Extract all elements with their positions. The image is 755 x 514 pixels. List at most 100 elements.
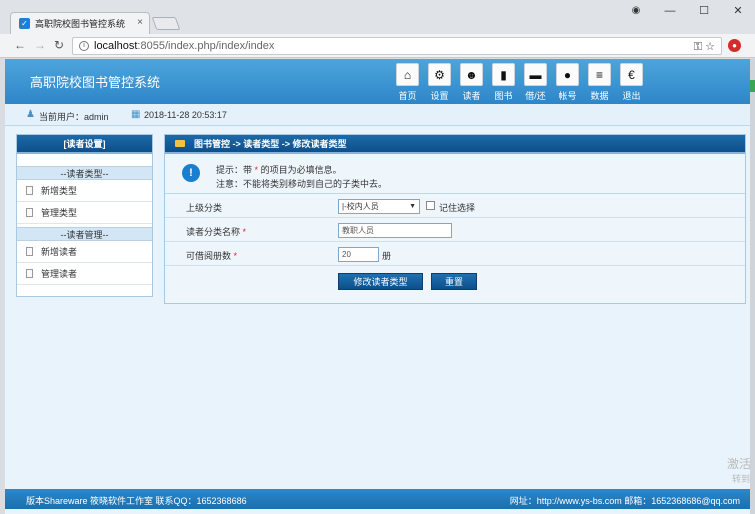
- sidebar-item-add-reader[interactable]: 新增读者: [17, 241, 152, 263]
- sidebar-item-manage-types[interactable]: 管理类型: [17, 202, 152, 224]
- info-icon: !: [182, 164, 200, 182]
- tab-close-icon[interactable]: ×: [137, 17, 143, 28]
- sidebar-item-label: 新增类型: [41, 186, 78, 196]
- form-row-name: 读者分类名称 * 教职人员: [165, 218, 745, 242]
- url-text: localhost:8055/index.php/index/index: [94, 40, 275, 52]
- browser-tab[interactable]: ✓ 高职院校图书管控系统 ×: [10, 12, 150, 34]
- calendar-icon: ▦: [131, 109, 141, 120]
- current-user: 当前用户：admin: [39, 112, 109, 122]
- home-icon: ⌂: [396, 63, 419, 86]
- activation-watermark: 激活: [727, 457, 752, 471]
- document-icon: [26, 186, 33, 195]
- settings-icon: ⚙: [428, 63, 451, 86]
- nav-item-readers[interactable]: ☻ 读者: [456, 63, 487, 102]
- sidebar-section-reader-management: --读者管理--: [17, 227, 152, 241]
- bookmark-star-icon[interactable]: ⚿ ☆: [694, 40, 715, 54]
- nav-item-settings[interactable]: ⚙ 设置: [424, 63, 455, 102]
- remember-label: 记住选择: [439, 203, 476, 213]
- app-footer: 版本Shareware 筱晓软件工作室 联系QQ：1652368686 网址：h…: [5, 489, 750, 509]
- form-row-parent: 上级分类 |-校内人员 ▼ 记住选择: [165, 194, 745, 218]
- back-arrow-icon[interactable]: ←: [14, 38, 26, 52]
- nav-item-borrow-return[interactable]: ▬ 借/还: [520, 63, 551, 102]
- window-edge: [750, 59, 755, 514]
- chevron-down-icon: ▼: [409, 203, 416, 210]
- nav-label: 首页: [398, 91, 417, 101]
- tab-title: 高职院校图书管控系统: [35, 19, 126, 29]
- footer-contact: 网址：http://www.ys-bs.com 邮箱：1652368686@qq…: [509, 496, 740, 506]
- close-button[interactable]: ✕: [721, 0, 755, 22]
- document-icon: [26, 208, 33, 217]
- quota-unit: 册: [382, 251, 392, 261]
- reload-icon[interactable]: ↻: [54, 38, 64, 52]
- sidebar-item-manage-readers[interactable]: 管理读者: [17, 263, 152, 285]
- parent-category-select[interactable]: |-校内人员 ▼: [338, 199, 420, 214]
- favicon-icon: ✓: [19, 18, 30, 29]
- activation-watermark-sub: 转到: [732, 474, 751, 484]
- browser-toolbar: ← → ↻ i localhost:8055/index.php/index/i…: [0, 34, 755, 58]
- app-window: 高职院校图书管控系统 ⌂ 首页 ⚙ 设置 ☻ 读者 ▮ 图书 ▬ 借/还 ● 帐…: [5, 59, 750, 514]
- sidebar-item-add-type[interactable]: 新增类型: [17, 180, 152, 202]
- notice-required-text: 提示：带 * 的项目为必填信息。: [216, 165, 342, 175]
- category-name-input[interactable]: 教职人员: [338, 223, 452, 238]
- remember-checkbox[interactable]: [426, 201, 435, 210]
- sidebar-item-label: 新增读者: [41, 247, 78, 257]
- breadcrumb-text: 图书管控 -> 读者类型 -> 修改读者类型: [194, 139, 347, 149]
- nav-label: 帐号: [558, 91, 577, 101]
- main-panel: 图书管控 -> 读者类型 -> 修改读者类型 ! 提示：带 * 的项目为必填信息…: [164, 134, 746, 304]
- sidebar-item-label: 管理类型: [41, 208, 78, 218]
- document-icon: [26, 247, 33, 256]
- borrow-quota-label: 可借阅册数 *: [186, 251, 238, 261]
- footer-copyright: 版本Shareware 筱晓软件工作室 联系QQ：1652368686: [26, 496, 247, 506]
- nav-item-books[interactable]: ▮ 图书: [488, 63, 519, 102]
- database-icon: ≡: [588, 63, 611, 86]
- nav-item-data[interactable]: ≡ 数据: [584, 63, 615, 102]
- background-window-edge: [750, 80, 755, 92]
- books-icon: ▮: [492, 63, 515, 86]
- site-info-icon[interactable]: i: [79, 41, 89, 51]
- form-actions: 修改读者类型 重置: [165, 266, 745, 294]
- form-row-quota: 可借阅册数 * 20 册: [165, 242, 745, 266]
- app-header: 高职院校图书管控系统 ⌂ 首页 ⚙ 设置 ☻ 读者 ▮ 图书 ▬ 借/还 ● 帐…: [5, 59, 750, 104]
- maximize-button[interactable]: ☐: [687, 0, 721, 22]
- current-datetime: 2018-11-28 20:53:17: [144, 110, 227, 120]
- account-icon: ●: [556, 63, 579, 86]
- submit-button[interactable]: 修改读者类型: [338, 273, 423, 290]
- nav-label: 设置: [430, 91, 449, 101]
- main-nav: ⌂ 首页 ⚙ 设置 ☻ 读者 ▮ 图书 ▬ 借/还 ● 帐号 ≡ 数据 € 退出: [392, 63, 647, 102]
- nav-label: 数据: [590, 91, 609, 101]
- reset-button[interactable]: 重置: [431, 273, 477, 290]
- user-icon: ♟: [26, 109, 35, 120]
- app-title: 高职院校图书管控系统: [30, 75, 161, 90]
- notice-box: ! 提示：带 * 的项目为必填信息。 注意：不能将类别移动到自己的子类中去。: [165, 154, 745, 194]
- nav-label: 退出: [622, 91, 641, 101]
- borrow-return-icon: ▬: [524, 63, 547, 86]
- readers-icon: ☻: [460, 63, 483, 86]
- nav-item-home[interactable]: ⌂ 首页: [392, 63, 423, 102]
- nav-label: 图书: [494, 91, 513, 101]
- sidebar-header: [读者设置]: [17, 135, 152, 154]
- profile-icon[interactable]: ◉: [619, 0, 653, 22]
- window-controls: ◉ — ☐ ✕: [619, 0, 755, 22]
- breadcrumb: 图书管控 -> 读者类型 -> 修改读者类型: [165, 135, 745, 154]
- parent-category-label: 上级分类: [186, 203, 223, 213]
- nav-item-logout[interactable]: € 退出: [616, 63, 647, 102]
- document-icon: [26, 269, 33, 278]
- nav-item-account[interactable]: ● 帐号: [552, 63, 583, 102]
- nav-label: 读者: [462, 91, 481, 101]
- logout-icon: €: [620, 63, 643, 86]
- browser-titlebar: ✓ 高职院校图书管控系统 × ◉ — ☐ ✕: [0, 0, 755, 34]
- borrow-quota-input[interactable]: 20: [338, 247, 379, 262]
- forward-arrow-icon[interactable]: →: [34, 38, 46, 52]
- user-bar: ♟ 当前用户：admin ▦ 2018-11-28 20:53:17: [5, 104, 750, 126]
- address-bar[interactable]: i localhost:8055/index.php/index/index ⚿…: [72, 37, 722, 55]
- category-name-label: 读者分类名称 *: [186, 227, 247, 237]
- sidebar-item-label: 管理读者: [41, 269, 78, 279]
- sidebar-section-reader-types: --读者类型--: [17, 166, 152, 180]
- nav-label: 借/还: [525, 91, 546, 101]
- notice-warning-text: 注意：不能将类别移动到自己的子类中去。: [216, 179, 388, 189]
- folder-icon: [175, 140, 185, 147]
- sidebar: [读者设置] --读者类型-- 新增类型 管理类型 --读者管理-- 新增读者 …: [16, 134, 153, 297]
- new-tab-button[interactable]: [151, 17, 181, 30]
- extension-icon[interactable]: ●: [728, 39, 741, 52]
- minimize-button[interactable]: —: [653, 0, 687, 22]
